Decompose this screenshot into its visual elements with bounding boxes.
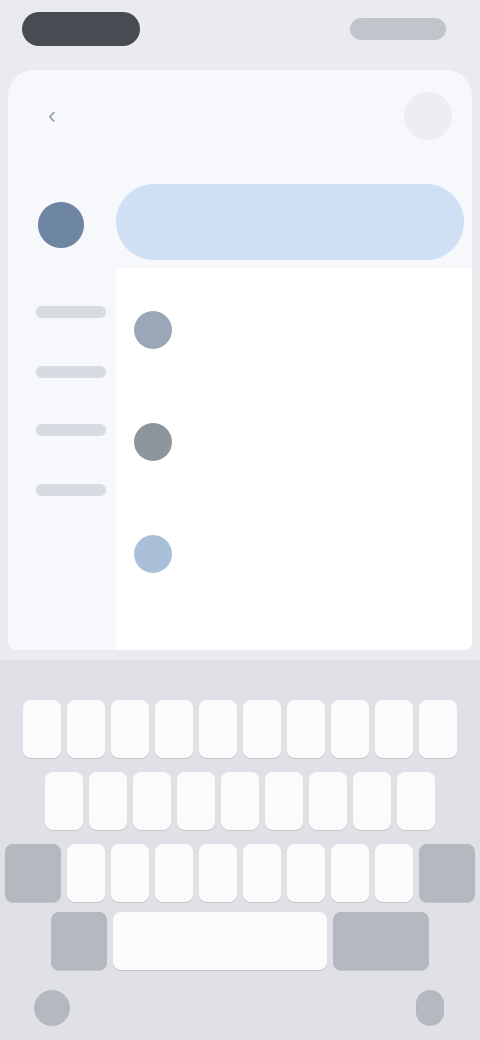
keyboard-key[interactable]	[45, 772, 83, 830]
mic-icon[interactable]	[416, 990, 444, 1026]
globe-icon[interactable]	[34, 990, 70, 1026]
avatar[interactable]	[38, 202, 84, 248]
keyboard-key[interactable]	[397, 772, 435, 830]
keyboard-key[interactable]	[287, 700, 325, 758]
keyboard-key[interactable]	[375, 844, 413, 902]
keyboard-suggestion-bar	[0, 670, 480, 700]
keyboard-key[interactable]	[133, 772, 171, 830]
keyboard-key[interactable]	[287, 844, 325, 902]
rail-item[interactable]	[36, 484, 106, 496]
rail-item[interactable]	[36, 424, 106, 436]
left-rail	[8, 166, 118, 650]
keyboard-key[interactable]	[199, 844, 237, 902]
keyboard-key[interactable]	[155, 700, 193, 758]
list-item[interactable]	[134, 534, 454, 574]
keyboard-key[interactable]	[353, 772, 391, 830]
keyboard	[0, 660, 480, 1040]
keyboard-key[interactable]	[111, 844, 149, 902]
list-item[interactable]	[134, 310, 454, 350]
keyboard-key[interactable]	[243, 844, 281, 902]
keyboard-key[interactable]	[177, 772, 215, 830]
keyboard-key[interactable]	[375, 700, 413, 758]
space-key[interactable]	[113, 912, 327, 970]
avatar	[134, 479, 172, 517]
keyboard-key[interactable]	[419, 700, 457, 758]
keyboard-key[interactable]	[309, 772, 347, 830]
keyboard-bottom-bar	[0, 980, 480, 1040]
avatar	[134, 367, 172, 405]
avatar	[134, 311, 172, 349]
keyboard-key[interactable]	[23, 700, 61, 758]
status-icons	[350, 18, 446, 40]
keyboard-key[interactable]	[221, 772, 259, 830]
suggestion-list	[116, 268, 472, 650]
keyboard-key[interactable]	[331, 700, 369, 758]
keyboard-key[interactable]	[331, 844, 369, 902]
keyboard-key[interactable]	[243, 700, 281, 758]
backspace-key[interactable]	[419, 844, 475, 902]
search-input[interactable]	[116, 184, 464, 260]
list-item[interactable]	[134, 366, 454, 406]
keyboard-key[interactable]	[89, 772, 127, 830]
compose-sheet: ‹	[8, 70, 472, 650]
keyboard-key[interactable]	[67, 844, 105, 902]
keyboard-key[interactable]	[67, 700, 105, 758]
key-row-1	[0, 700, 480, 758]
status-bar	[0, 0, 480, 56]
key-row-4	[0, 912, 480, 970]
list-item[interactable]	[134, 478, 454, 518]
list-item[interactable]	[134, 422, 454, 462]
back-button[interactable]: ‹	[34, 98, 70, 134]
keyboard-key[interactable]	[199, 700, 237, 758]
key-row-3	[0, 844, 480, 902]
avatar	[134, 535, 172, 573]
enter-key[interactable]	[333, 912, 429, 970]
shift-key[interactable]	[5, 844, 61, 902]
keyboard-key[interactable]	[265, 772, 303, 830]
keyboard-mode-key[interactable]	[51, 912, 107, 970]
avatar	[134, 423, 172, 461]
keyboard-key[interactable]	[111, 700, 149, 758]
rail-item[interactable]	[36, 306, 106, 318]
rail-item[interactable]	[36, 366, 106, 378]
key-row-2	[0, 772, 480, 830]
back-arrow-icon: ‹	[48, 102, 56, 129]
sheet-header: ‹	[8, 70, 472, 166]
status-time	[22, 12, 140, 46]
menu-button[interactable]	[404, 92, 452, 140]
keyboard-key[interactable]	[155, 844, 193, 902]
